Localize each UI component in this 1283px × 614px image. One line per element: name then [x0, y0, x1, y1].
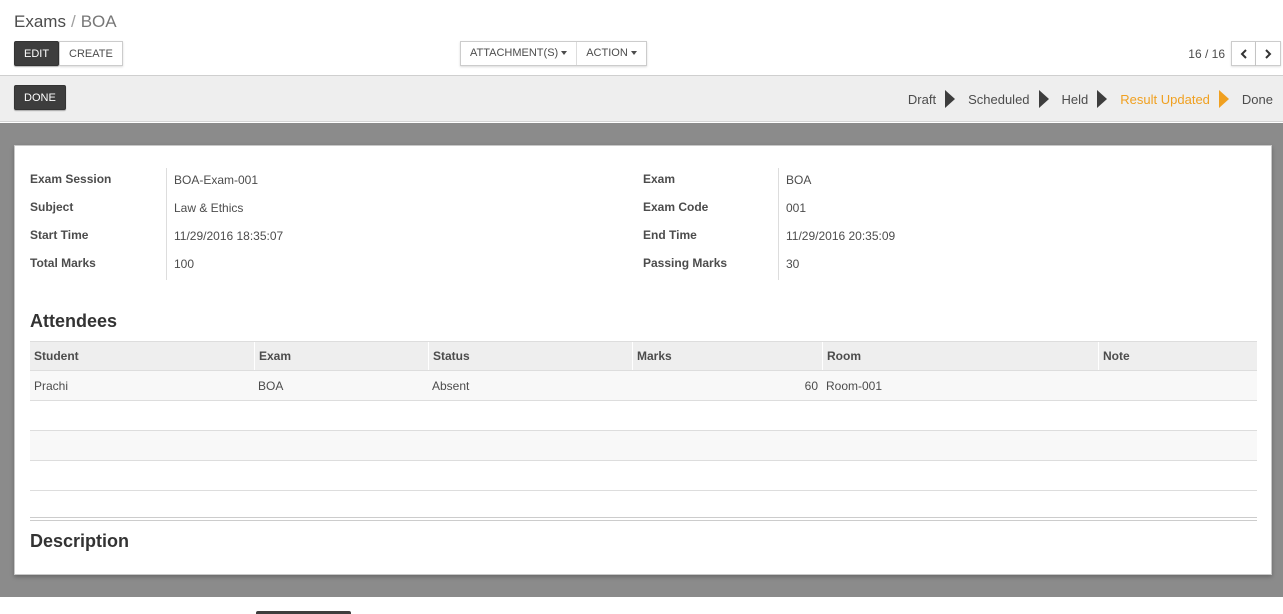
stage-done[interactable]: Done: [1242, 92, 1273, 107]
column-header-student[interactable]: Student: [30, 342, 254, 370]
field-total-marks: Total Marks 100: [30, 252, 283, 280]
field-label: Passing Marks: [643, 256, 728, 270]
field-exam-code: Exam Code 001: [643, 196, 895, 224]
stage-label: Done: [1241, 91, 1273, 107]
field-value[interactable]: BOA-Exam-001: [166, 168, 258, 196]
field-label: Exam: [643, 172, 676, 186]
field-label: Subject: [30, 200, 74, 214]
sidebar-actions: ATTACHMENT(S) ACTION: [460, 41, 647, 66]
field-exam-session: Exam Session BOA-Exam-001: [30, 168, 283, 196]
stage-pipeline: Draft Scheduled Held Result Updated Done: [908, 76, 1273, 122]
table-footer: [30, 491, 1257, 521]
form-sheet: Exam Session BOA-Exam-001 Subject Law & …: [14, 145, 1272, 575]
field-passing-marks: Passing Marks 30: [643, 252, 895, 280]
stage-arrow-icon: [1097, 90, 1108, 108]
cell-marks: 60: [804, 379, 818, 393]
caret-down-icon: [561, 51, 568, 56]
field-value[interactable]: Law & Ethics: [166, 196, 243, 224]
right-field-group: Exam BOA Exam Code 001 End Time 11/29/20…: [643, 168, 895, 280]
breadcrumb: Exams / BOA: [14, 12, 117, 32]
table-row[interactable]: Prachi BOA Absent 60 Room-001: [30, 371, 1257, 401]
cell-exam: BOA: [258, 379, 284, 393]
field-value: 11/29/2016 20:35:09: [778, 224, 895, 252]
action-label: ACTION: [586, 47, 628, 59]
empty-table-row: [30, 431, 1257, 461]
field-subject: Subject Law & Ethics: [30, 196, 283, 224]
field-end-time: End Time 11/29/2016 20:35:09: [643, 224, 895, 252]
table-header: Student Exam Status Marks Room Note: [30, 341, 1257, 371]
control-panel: Exams / BOA EDIT CREATE ATTACHMENT(S) ACTI…: [0, 0, 1283, 76]
pager-previous-button[interactable]: [1231, 41, 1256, 66]
empty-table-row: [30, 401, 1257, 431]
stage-label: Result Updated: [1120, 91, 1210, 107]
create-button[interactable]: CREATE: [59, 41, 123, 66]
field-label: Start Time: [30, 228, 89, 242]
form-statusbar: DONE Draft Scheduled Held Result Updated…: [0, 76, 1283, 122]
field-label: End Time: [643, 228, 697, 242]
stage-arrow-icon: [1218, 90, 1229, 108]
breadcrumb-separator: /: [70, 12, 76, 31]
column-header-status[interactable]: Status: [428, 342, 632, 370]
stage-draft[interactable]: Draft: [908, 90, 968, 108]
breadcrumb-current: BOA: [80, 12, 117, 31]
field-label: Exam Code: [643, 200, 709, 214]
column-header-note[interactable]: Note: [1098, 342, 1257, 370]
pager-next-button[interactable]: [1256, 41, 1281, 66]
field-value: 100: [166, 252, 194, 280]
caret-down-icon: [630, 51, 637, 56]
stage-result-updated[interactable]: Result Updated: [1120, 90, 1242, 108]
field-start-time: Start Time 11/29/2016 18:35:07: [30, 224, 283, 252]
field-value: 11/29/2016 18:35:07: [166, 224, 283, 252]
empty-table-row: [30, 461, 1257, 491]
field-value[interactable]: BOA: [778, 168, 811, 196]
field-value: 30: [778, 252, 799, 280]
left-field-group: Exam Session BOA-Exam-001 Subject Law & …: [30, 168, 283, 280]
field-label: Total Marks: [30, 256, 96, 270]
stage-scheduled[interactable]: Scheduled: [968, 90, 1061, 108]
breadcrumb-exams-link[interactable]: Exams: [14, 12, 66, 31]
attendees-heading: Attendees: [30, 311, 118, 331]
pager: 16 / 16: [1188, 41, 1281, 66]
stage-held[interactable]: Held: [1062, 90, 1121, 108]
cell-student: Prachi: [34, 379, 69, 393]
chevron-left-icon: [1240, 48, 1247, 59]
stage-label: Scheduled: [968, 91, 1030, 107]
description-heading: Description: [30, 531, 130, 551]
cell-room: Room-001: [826, 379, 883, 393]
cell-note: [1098, 371, 1257, 400]
stage-arrow-icon: [1038, 90, 1049, 108]
field-value: 001: [778, 196, 806, 224]
column-header-marks[interactable]: Marks: [632, 342, 822, 370]
attachments-dropdown[interactable]: ATTACHMENT(S): [461, 42, 577, 65]
attachments-label: ATTACHMENT(S): [470, 47, 559, 59]
pager-counter[interactable]: 16 / 16: [1188, 47, 1225, 61]
chatter-area: [0, 597, 1283, 614]
stage-arrow-icon: [945, 90, 956, 108]
field-label: Exam Session: [30, 172, 112, 186]
column-header-room[interactable]: Room: [822, 342, 1098, 370]
edit-button[interactable]: EDIT: [14, 41, 60, 66]
chevron-right-icon: [1265, 48, 1272, 59]
attendees-table: Student Exam Status Marks Room Note Prac…: [30, 341, 1257, 521]
column-header-exam[interactable]: Exam: [254, 342, 428, 370]
field-exam: Exam BOA: [643, 168, 895, 196]
stage-label: Draft: [907, 91, 937, 107]
stage-label: Held: [1061, 91, 1089, 107]
done-button[interactable]: DONE: [14, 85, 66, 110]
action-dropdown[interactable]: ACTION: [576, 42, 646, 65]
cell-status: Absent: [432, 379, 470, 393]
